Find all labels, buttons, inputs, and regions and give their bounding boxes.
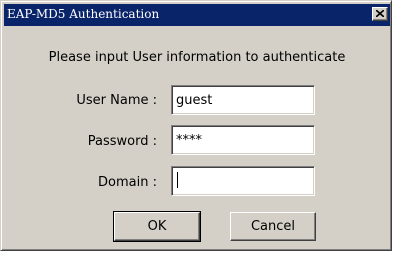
username-field[interactable] [171, 85, 315, 115]
instruction-text: Please input User information to authent… [48, 50, 346, 65]
ok-button[interactable]: OK [113, 211, 201, 242]
eap-md5-dialog: EAP-MD5 Authentication Please input User… [0, 0, 392, 251]
text-caret [177, 172, 178, 188]
domain-field[interactable] [171, 166, 315, 196]
close-button[interactable] [372, 7, 388, 21]
window-title: EAP-MD5 Authentication [7, 7, 160, 21]
close-icon [376, 10, 384, 17]
username-label: User Name : [76, 93, 157, 108]
domain-label: Domain : [98, 175, 157, 190]
cancel-button[interactable]: Cancel [230, 212, 316, 241]
password-field[interactable] [171, 125, 315, 155]
password-label: Password : [87, 134, 157, 149]
title-bar[interactable]: EAP-MD5 Authentication [4, 4, 390, 26]
